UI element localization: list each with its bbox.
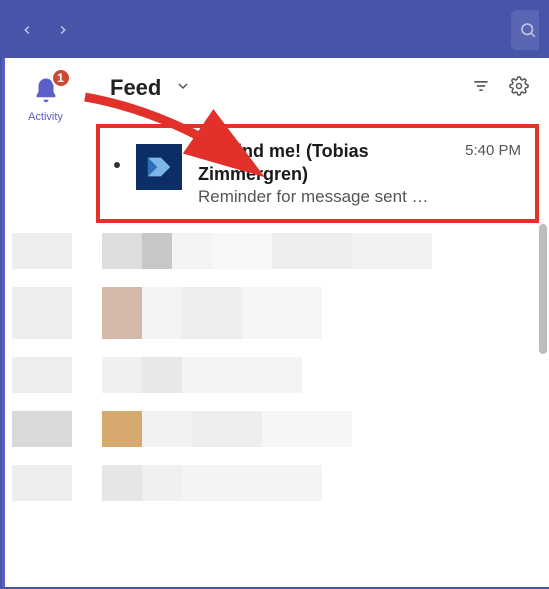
feed-title: Feed [110,75,161,101]
feed-header: Feed [86,58,539,118]
notification-item[interactable]: Remind me! (Tobias Zimmergren) 5:40 PM R… [108,134,527,213]
scrollbar-thumb[interactable] [539,224,547,354]
rail-item-label: Activity [28,111,63,123]
redacted-feed-items [12,229,539,501]
filter-button[interactable] [471,76,491,101]
app-avatar [136,144,182,190]
gear-icon [509,76,529,96]
power-automate-icon [144,152,174,182]
notification-subtitle: Reminder for message sent … [198,187,521,207]
settings-button[interactable] [509,76,529,101]
notification-badge: 1 [51,68,71,88]
filter-icon [471,76,491,96]
chevron-down-icon [175,78,191,94]
notification-timestamp: 5:40 PM [465,140,521,159]
rail-item-activity[interactable]: 1 Activity [16,76,76,123]
chevron-left-icon [20,23,34,37]
search-icon [519,21,537,39]
forward-button[interactable] [48,15,78,45]
title-bar [2,2,549,58]
search-box[interactable] [511,10,539,50]
chevron-right-icon [56,23,70,37]
unread-indicator [114,162,120,168]
back-button[interactable] [12,15,42,45]
annotation-highlight: Remind me! (Tobias Zimmergren) 5:40 PM R… [96,124,539,223]
notification-title: Remind me! (Tobias Zimmergren) [198,140,457,185]
feed-dropdown-button[interactable] [175,78,191,99]
